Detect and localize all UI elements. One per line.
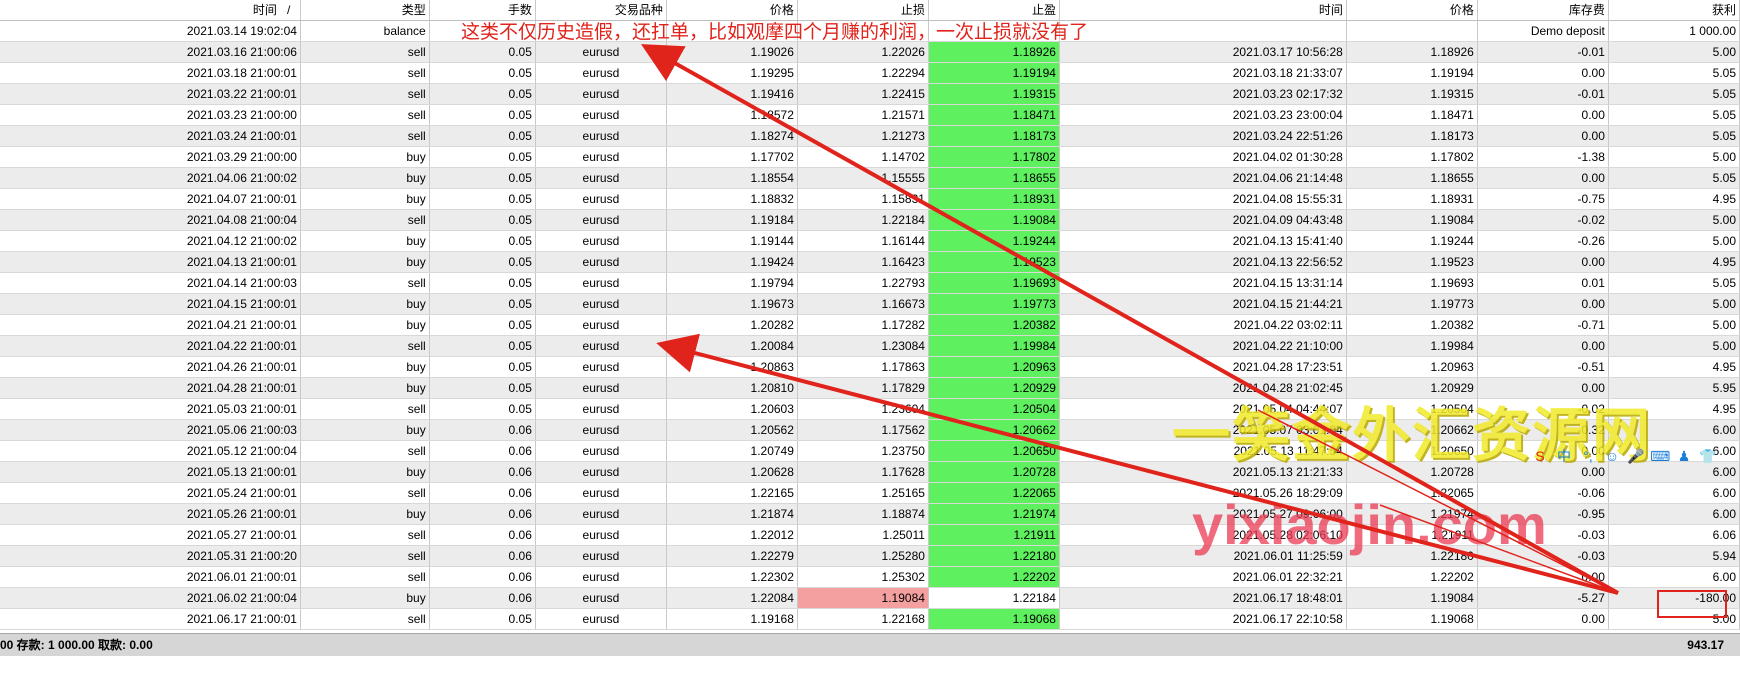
annotation-arrows [641,44,1619,595]
arrow-to-hold [656,333,1619,595]
loss-highlight-box [1657,590,1727,618]
arrow-thin-2 [1379,504,1619,594]
arrow-thin-1 [1257,409,1619,594]
annotation-note: 这类不仅历史造假，还扛单，比如观摩四个月赚的利润，一次止损就没有了 [461,22,1089,43]
arrow-to-history [641,44,1619,595]
